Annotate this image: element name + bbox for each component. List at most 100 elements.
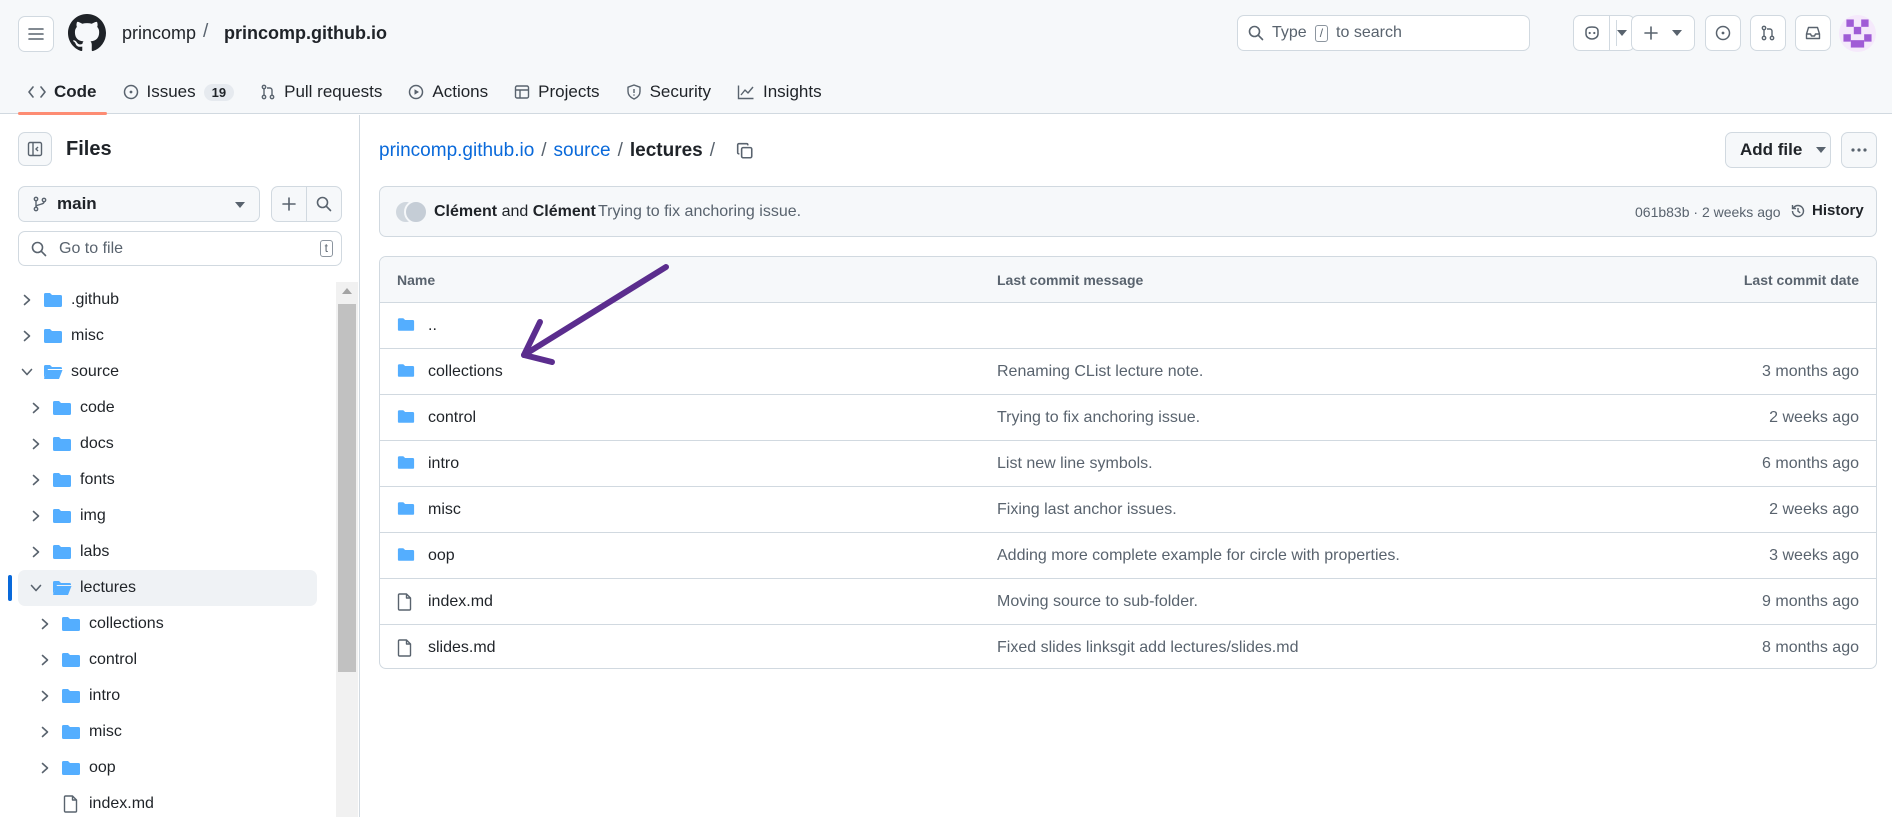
add-file-dropdown-button[interactable]: Add file <box>1725 132 1831 168</box>
tab-pull-requests[interactable]: Pull requests <box>250 70 392 114</box>
folder-icon <box>52 400 72 421</box>
tab-issues[interactable]: Issues 19 <box>113 70 245 114</box>
tree-item-folder[interactable]: collections <box>0 606 336 642</box>
commit-message-link[interactable]: Fixing last anchor issues. <box>997 501 1177 519</box>
table-row[interactable]: index.md Moving source to sub-folder. 9 mo… <box>380 579 1876 625</box>
breadcrumb: princomp.github.io / source / lectures / <box>379 140 754 162</box>
tab-code[interactable]: Code <box>18 70 107 115</box>
tree-item-folder[interactable]: source <box>0 354 336 390</box>
user-avatar[interactable] <box>1839 15 1876 52</box>
branch-selector[interactable]: main <box>18 186 260 222</box>
tree-item-folder[interactable]: code <box>0 390 336 426</box>
tree-item-file[interactable]: index.md <box>0 786 336 817</box>
tree-item-folder[interactable]: misc <box>0 714 336 750</box>
menu-button[interactable] <box>18 16 54 52</box>
breadcrumb-root-link[interactable]: princomp.github.io <box>379 140 534 162</box>
search-input[interactable]: Type / to search <box>1237 15 1530 51</box>
commit-message-link[interactable]: Fixed slides linksgit add lectures/slide… <box>997 639 1298 657</box>
tree-item-folder[interactable]: labs <box>0 534 336 570</box>
table-row[interactable]: slides.md Fixed slides linksgit add lectu… <box>380 625 1876 668</box>
chevron-down-icon[interactable] <box>20 365 34 379</box>
tab-actions[interactable]: Actions <box>398 70 498 114</box>
commit-message-link[interactable]: Adding more complete example for circle … <box>997 547 1400 565</box>
history-label: History <box>1812 202 1864 219</box>
tree-item-folder[interactable]: misc <box>0 318 336 354</box>
scroll-up-arrow-icon[interactable] <box>342 288 352 294</box>
inbox-icon <box>1805 26 1821 40</box>
selected-indicator <box>8 575 12 601</box>
table-row[interactable]: misc Fixing last anchor issues. 2 weeks ag… <box>380 487 1876 533</box>
table-row[interactable]: oop Adding more complete example for circ… <box>380 533 1876 579</box>
commit-author-link[interactable]: Clément <box>533 203 596 220</box>
tab-projects[interactable]: Projects <box>504 70 609 114</box>
file-name-link[interactable]: slides.md <box>428 639 496 657</box>
commit-message-link[interactable]: Moving source to sub-folder. <box>997 593 1198 611</box>
more-options-button[interactable] <box>1841 132 1877 168</box>
tree-item-folder[interactable]: lectures <box>8 570 317 606</box>
github-logo-icon[interactable] <box>68 14 106 52</box>
tree-item-folder[interactable]: control <box>0 642 336 678</box>
inbox-button[interactable] <box>1795 15 1831 51</box>
file-name-link[interactable]: .. <box>428 317 437 335</box>
go-to-file-input[interactable]: Go to file t <box>18 231 342 266</box>
column-header-date: Last commit date <box>1743 272 1859 288</box>
chevron-right-icon[interactable] <box>20 329 34 343</box>
chevron-right-icon[interactable] <box>29 545 43 559</box>
file-name-link[interactable]: collections <box>428 363 503 381</box>
file-name-link[interactable]: misc <box>428 501 461 519</box>
tree-item-folder[interactable]: oop <box>0 750 336 786</box>
copy-path-icon[interactable] <box>736 142 754 160</box>
chevron-right-icon[interactable] <box>38 725 52 739</box>
search-files-button[interactable] <box>307 187 341 221</box>
tree-item-folder[interactable]: intro <box>0 678 336 714</box>
collapse-sidebar-button[interactable] <box>18 132 52 166</box>
tab-insights[interactable]: Insights <box>727 70 832 114</box>
search-shortcut-key: / <box>1314 24 1329 42</box>
chevron-right-icon[interactable] <box>29 401 43 415</box>
sidebar-scrollbar[interactable] <box>336 282 358 817</box>
copilot-button[interactable] <box>1573 15 1635 51</box>
chevron-right-icon[interactable] <box>38 653 52 667</box>
table-row[interactable]: control Trying to fix anchoring issue. 2 w… <box>380 395 1876 441</box>
file-name-link[interactable]: intro <box>428 455 459 473</box>
breadcrumb-source-link[interactable]: source <box>554 140 611 162</box>
commit-hash-and-time[interactable]: 061b83b · 2 weeks ago <box>1635 204 1781 220</box>
chevron-right-icon[interactable] <box>38 689 52 703</box>
file-name-link[interactable]: control <box>428 409 476 427</box>
file-icon <box>63 795 79 817</box>
add-file-button[interactable] <box>272 187 307 221</box>
table-row[interactable]: intro List new line symbols. 6 months ago <box>380 441 1876 487</box>
commit-message-link[interactable]: Renaming CList lecture note. <box>997 363 1203 381</box>
commit-message-link[interactable]: List new line symbols. <box>997 455 1153 473</box>
tree-item-folder[interactable]: docs <box>0 426 336 462</box>
create-new-button[interactable] <box>1631 15 1695 51</box>
pull-requests-button[interactable] <box>1750 15 1786 51</box>
tab-security[interactable]: Security <box>616 70 721 114</box>
history-button[interactable]: History <box>1790 202 1864 219</box>
commit-message-link[interactable]: Trying to fix anchoring issue. <box>598 203 801 221</box>
chevron-right-icon[interactable] <box>38 761 52 775</box>
chevron-down-icon[interactable] <box>29 581 43 595</box>
sidebar-actions <box>271 186 342 222</box>
repo-header: princomp / princomp.github.io Type / to … <box>0 0 1892 115</box>
file-name-link[interactable]: index.md <box>428 593 493 611</box>
repo-name-link[interactable]: princomp.github.io <box>224 23 387 44</box>
issues-button[interactable] <box>1705 15 1741 51</box>
repo-owner-link[interactable]: princomp <box>122 23 196 44</box>
tree-item-label: fonts <box>80 471 115 488</box>
tree-item-folder[interactable]: fonts <box>0 462 336 498</box>
file-name-link[interactable]: oop <box>428 547 455 565</box>
chevron-right-icon[interactable] <box>20 293 34 307</box>
tree-item-folder[interactable]: .github <box>0 282 336 318</box>
chevron-right-icon[interactable] <box>29 473 43 487</box>
chevron-right-icon[interactable] <box>29 437 43 451</box>
chevron-right-icon[interactable] <box>29 509 43 523</box>
commit-author-avatars[interactable] <box>394 200 428 224</box>
folder-icon <box>61 724 81 745</box>
tree-item-label: collections <box>89 615 164 632</box>
commit-message-link[interactable]: Trying to fix anchoring issue. <box>997 409 1200 427</box>
chevron-right-icon[interactable] <box>38 617 52 631</box>
scrollbar-thumb[interactable] <box>338 304 356 672</box>
commit-author-link[interactable]: Clément <box>434 203 497 220</box>
tree-item-folder[interactable]: img <box>0 498 336 534</box>
